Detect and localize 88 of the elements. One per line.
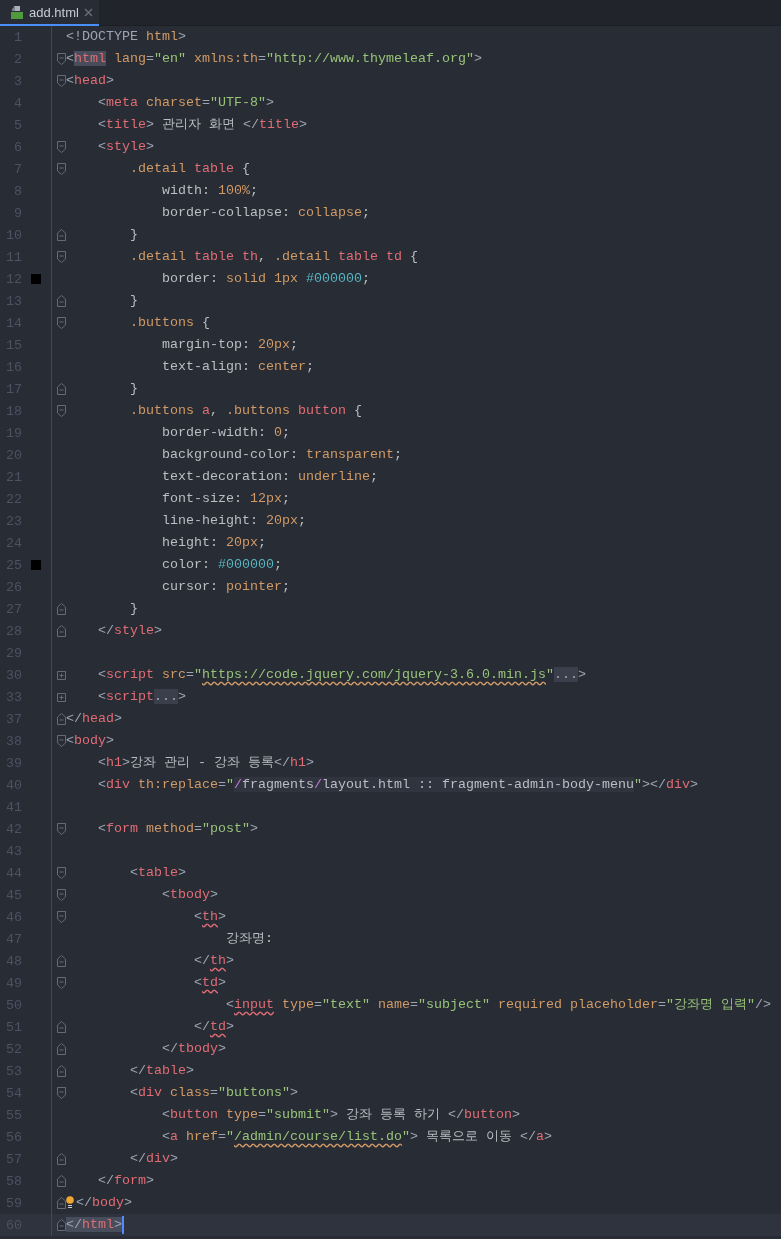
code-line: </th>: [192, 952, 234, 970]
code-line: <title> 관리자 화면 </title>: [97, 116, 307, 134]
code-line: font-size: 12px;: [160, 490, 290, 508]
expand-icon[interactable]: [57, 692, 66, 702]
fold-icon[interactable]: [57, 867, 66, 879]
fold-icon[interactable]: [57, 141, 66, 153]
code-line: .buttons {: [129, 314, 210, 332]
color-swatch[interactable]: [31, 274, 41, 284]
code-line: }: [129, 226, 138, 244]
code-line: height: 20px;: [160, 534, 266, 552]
fold-icon[interactable]: [57, 1175, 66, 1187]
fold-icon[interactable]: [57, 603, 66, 615]
code-line: <script...>: [97, 688, 186, 706]
fold-icon[interactable]: [57, 823, 66, 835]
code-line: <html lang="en" xmlns:th="http://www.thymeleaf.org">: [66, 50, 482, 68]
code-line: background-color: transparent;: [160, 446, 402, 464]
code-line: .detail table {: [129, 160, 250, 178]
code-line: text-decoration: underline;: [160, 468, 378, 486]
code-line: </html>: [66, 1216, 122, 1234]
code-line: </table>: [129, 1062, 194, 1080]
file-tab[interactable]: add.html: [0, 0, 99, 26]
code-line: <a href="/admin/course/list.do"> 목록으로 이동 </a>: [160, 1128, 552, 1146]
code-line: <body>: [66, 732, 114, 750]
code-line: <meta charset="UTF-8">: [97, 94, 274, 112]
code-line: </form>: [97, 1172, 154, 1190]
code-line: </td>: [192, 1018, 234, 1036]
fold-icon[interactable]: [57, 1219, 66, 1231]
code-line: </div>: [129, 1150, 178, 1168]
lightbulb-icon[interactable]: [66, 1196, 74, 1209]
code-line: <h1>강좌 관리 - 강좌 등록</h1>: [97, 754, 314, 772]
html-file-icon: [10, 4, 24, 20]
fold-icon[interactable]: [57, 75, 66, 87]
code-line: border-width: 0;: [160, 424, 290, 442]
fold-icon[interactable]: [57, 1043, 66, 1055]
code-line: </style>: [97, 622, 162, 640]
fold-icon[interactable]: [57, 1153, 66, 1165]
code-line: text-align: center;: [160, 358, 314, 376]
fold-icon[interactable]: [57, 251, 66, 263]
code-line: <!DOCTYPE html>: [66, 28, 186, 46]
fold-icon[interactable]: [57, 1021, 66, 1033]
fold-icon[interactable]: [57, 229, 66, 241]
code-line: <input type="text" name="subject" required placeholder="강좌명 입력"/>: [224, 996, 771, 1014]
fold-icon[interactable]: [57, 977, 66, 989]
fold-icon[interactable]: [57, 383, 66, 395]
code-line: <div class="buttons">: [129, 1084, 298, 1102]
fold-icon[interactable]: [57, 625, 66, 637]
code-line: }: [129, 600, 138, 618]
code-line: </head>: [66, 710, 122, 728]
code-line: <td>: [192, 974, 226, 992]
code-line: </body>: [76, 1194, 132, 1212]
code-line: <button type="submit"> 강좌 등록 하기 </button>: [160, 1106, 520, 1124]
code-line: .detail table th, .detail table td {: [129, 248, 418, 266]
code-line: <th>: [192, 908, 226, 926]
fold-icon[interactable]: [57, 955, 66, 967]
fold-icon[interactable]: [57, 317, 66, 329]
code-line: <tbody>: [160, 886, 218, 904]
fold-icon[interactable]: [57, 889, 66, 901]
expand-icon[interactable]: [57, 670, 66, 680]
code-line: .buttons a, .buttons button {: [129, 402, 362, 420]
fold-icon[interactable]: [57, 713, 66, 725]
fold-icon[interactable]: [57, 295, 66, 307]
code-line: <style>: [97, 138, 154, 156]
color-swatch[interactable]: [31, 560, 41, 570]
code-line: line-height: 20px;: [160, 512, 306, 530]
code-line: <script src="https://code.jquery.com/jquery-3.6.0.min.js"...>: [97, 666, 586, 684]
code-line: <div th:replace="/fragments/layout.html :: fragment-admin-body-menu"></div>: [97, 776, 698, 794]
code-line: 강좌명:: [224, 930, 273, 948]
fold-icon[interactable]: [57, 53, 66, 65]
code-line: border: solid 1px #000000;: [160, 270, 370, 288]
code-line: border-collapse: collapse;: [160, 204, 370, 222]
code-line: }: [129, 380, 138, 398]
code-line: </tbody>: [160, 1040, 226, 1058]
code-line: margin-top: 20px;: [160, 336, 298, 354]
fold-icon[interactable]: [57, 911, 66, 923]
fold-icon[interactable]: [57, 1065, 66, 1077]
fold-icon[interactable]: [57, 1087, 66, 1099]
code-line: <form method="post">: [97, 820, 258, 838]
code-line: }: [129, 292, 138, 310]
code-line: <table>: [129, 864, 186, 882]
code-line: <head>: [66, 72, 114, 90]
code-line: color: #000000;: [160, 556, 282, 574]
text-cursor: [122, 1216, 124, 1234]
code-line: cursor: pointer;: [160, 578, 290, 596]
close-icon[interactable]: [83, 7, 93, 17]
code-line: width: 100%;: [160, 182, 258, 200]
fold-icon[interactable]: [57, 405, 66, 417]
fold-icon[interactable]: [57, 163, 66, 175]
fold-icon[interactable]: [57, 735, 66, 747]
